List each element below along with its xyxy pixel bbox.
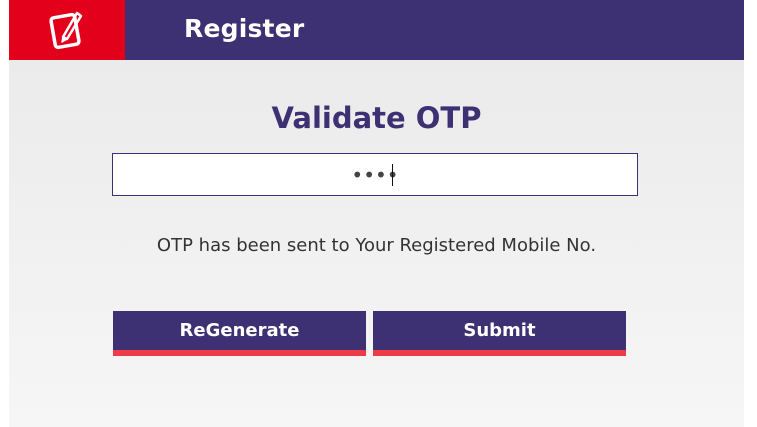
- header-icon-box: [9, 0, 125, 60]
- edit-note-icon: [49, 11, 83, 50]
- page-title: Register: [184, 14, 305, 43]
- text-caret: [392, 164, 393, 186]
- register-panel: Register Validate OTP OTP has been sent …: [9, 0, 744, 427]
- submit-button[interactable]: Submit: [373, 311, 626, 356]
- otp-input[interactable]: [112, 153, 638, 196]
- header-bar: Register: [9, 0, 744, 60]
- regenerate-button[interactable]: ReGenerate: [113, 311, 366, 356]
- form-title: Validate OTP: [271, 101, 482, 135]
- otp-sent-message: OTP has been sent to Your Registered Mob…: [156, 235, 597, 256]
